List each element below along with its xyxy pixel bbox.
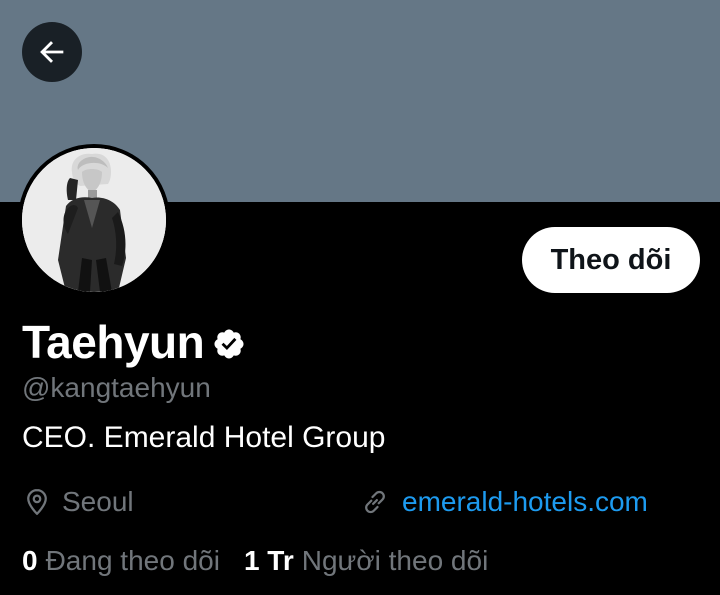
profile-photo bbox=[22, 148, 166, 292]
profile-meta: Seoul emerald-hotels.com bbox=[22, 482, 702, 522]
follow-button[interactable]: Theo dõi bbox=[522, 227, 700, 293]
verified-badge-icon bbox=[214, 329, 244, 359]
following-count: 0 bbox=[22, 545, 38, 576]
location: Seoul bbox=[22, 482, 134, 522]
following-stat[interactable]: 0 Đang theo dõi bbox=[22, 545, 220, 577]
website: emerald-hotels.com bbox=[360, 482, 648, 522]
location-pin-icon bbox=[27, 489, 47, 515]
display-name: Taehyun bbox=[22, 316, 205, 368]
link-icon bbox=[365, 490, 385, 514]
handle: @kangtaehyun bbox=[22, 372, 211, 403]
website-link[interactable]: emerald-hotels.com bbox=[402, 486, 648, 518]
followers-count: 1 Tr bbox=[243, 545, 294, 576]
following-label: Đang theo dõi bbox=[45, 545, 220, 576]
location-text: Seoul bbox=[62, 486, 134, 517]
follow-stats: 0 Đang theo dõi 1 Tr Người theo dõi bbox=[22, 541, 488, 581]
name-row: Taehyun bbox=[22, 313, 246, 371]
followers-stat[interactable]: 1 Tr Người theo dõi bbox=[244, 545, 488, 577]
avatar[interactable] bbox=[18, 144, 170, 296]
arrow-left-icon bbox=[40, 41, 64, 63]
back-button[interactable] bbox=[22, 22, 82, 82]
bio: CEO. Emerald Hotel Group bbox=[22, 421, 386, 454]
followers-label: Người theo dõi bbox=[301, 545, 489, 576]
